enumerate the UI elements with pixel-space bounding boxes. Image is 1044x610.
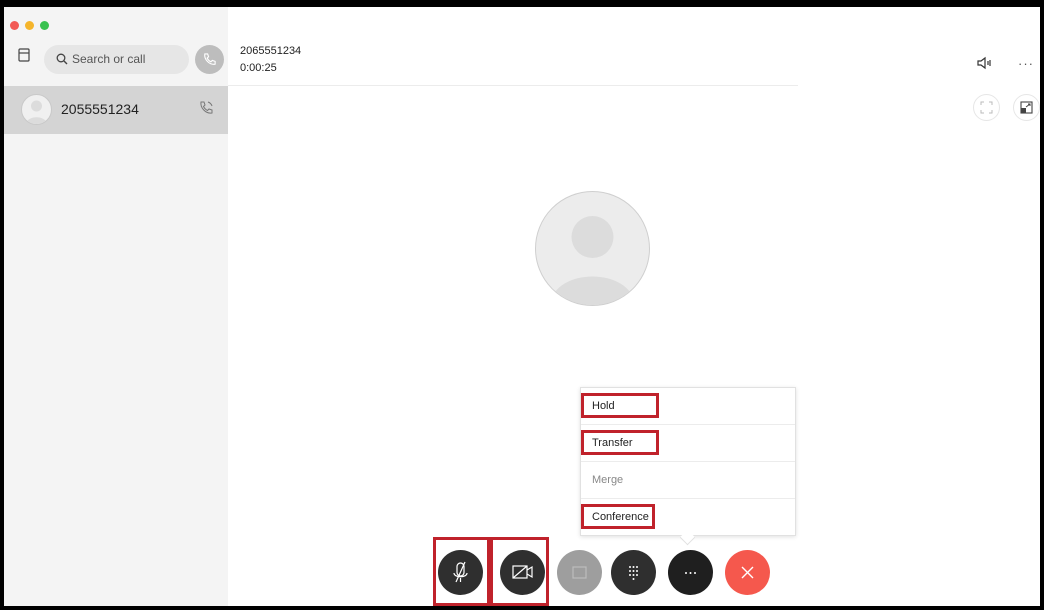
pip-icon <box>1020 101 1033 114</box>
caller-avatar <box>535 191 650 306</box>
call-duration: 0:00:25 <box>240 62 277 74</box>
contact-name: 2055551234 <box>61 101 139 117</box>
call-number: 2065551234 <box>240 45 302 57</box>
menu-item-merge: Merge <box>581 462 795 499</box>
close-window-button[interactable] <box>10 21 19 30</box>
contacts-book-icon[interactable] <box>18 48 30 62</box>
window-controls <box>10 21 49 30</box>
highlight-box <box>581 430 659 455</box>
call-view: 2065551234 0:00:25 ··· Hold Transfer Mer… <box>228 7 1040 606</box>
highlight-box <box>433 537 490 606</box>
highlight-box <box>581 504 655 529</box>
phone-call-icon[interactable] <box>198 100 214 121</box>
sidebar: Search or call 2055551234 <box>4 7 229 606</box>
speaker-icon[interactable] <box>976 56 992 75</box>
end-call-button[interactable] <box>725 550 770 595</box>
phone-icon <box>204 53 216 65</box>
highlight-box <box>581 393 659 418</box>
minimize-window-button[interactable] <box>25 21 34 30</box>
menu-item-hold[interactable]: Hold <box>581 388 795 425</box>
menu-item-label: Merge <box>592 474 624 486</box>
call-more-menu: Hold Transfer Merge Conference <box>580 387 796 536</box>
fullscreen-icon <box>980 101 993 114</box>
avatar <box>21 94 52 125</box>
highlight-box <box>490 537 549 606</box>
close-icon <box>741 566 754 579</box>
menu-item-transfer[interactable]: Transfer <box>581 425 795 462</box>
screenshot-frame: Search or call 2055551234 2065551234 0:0… <box>0 7 1044 610</box>
share-screen-icon <box>572 566 587 579</box>
keypad-icon <box>629 566 638 580</box>
app-window: Search or call 2055551234 2065551234 0:0… <box>4 7 1040 606</box>
more-icon <box>685 572 696 574</box>
search-input[interactable]: Search or call <box>44 45 189 74</box>
picture-in-picture-button[interactable] <box>1013 94 1040 121</box>
more-button[interactable] <box>668 550 713 595</box>
fullscreen-button[interactable] <box>973 94 1000 121</box>
share-screen-button <box>557 550 602 595</box>
start-call-button[interactable] <box>195 45 224 74</box>
search-icon <box>56 52 68 70</box>
zoom-window-button[interactable] <box>40 21 49 30</box>
search-placeholder: Search or call <box>72 52 146 66</box>
contact-list-item[interactable]: 2055551234 <box>4 86 228 134</box>
divider <box>228 85 798 86</box>
more-options-icon[interactable]: ··· <box>1018 56 1034 71</box>
keypad-button[interactable] <box>611 550 656 595</box>
